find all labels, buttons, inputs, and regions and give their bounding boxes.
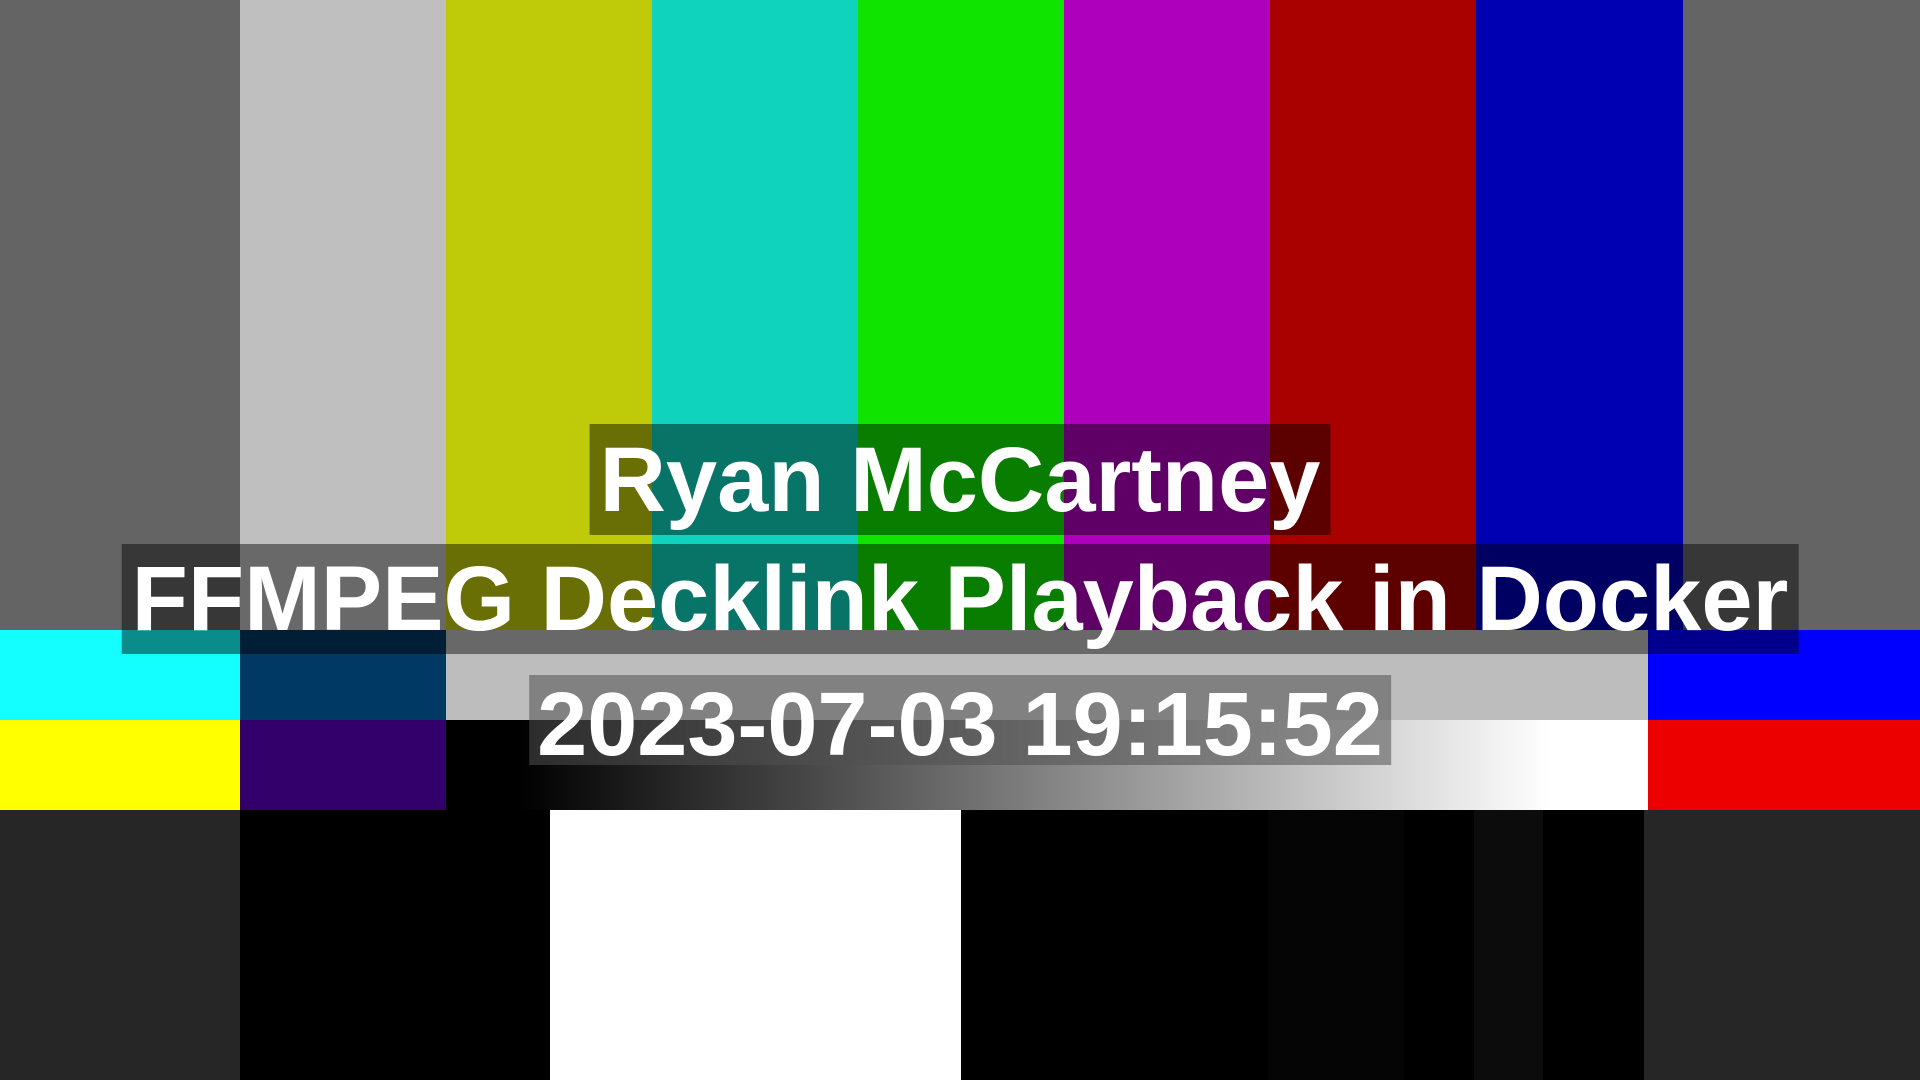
bar-dark-gray-right [1644, 810, 1920, 1080]
bar-cyan [652, 0, 858, 630]
bar-gray-left [0, 0, 240, 630]
bar-white-block [550, 810, 961, 1080]
presenter-name: Ryan McCartney [589, 424, 1331, 535]
bar-black-1 [240, 810, 446, 1080]
bar-blue [1476, 0, 1683, 630]
timestamp: 2023-07-03 19:15:52 [529, 675, 1391, 770]
bar-dark-1 [1474, 810, 1543, 1080]
bar-red [1270, 0, 1476, 630]
bar-black-2 [446, 810, 550, 1080]
bar-black-5 [1543, 810, 1644, 1080]
bar-black-4 [1404, 810, 1474, 1080]
bar-magenta [1064, 0, 1270, 630]
bar-near-black [1268, 810, 1404, 1080]
test-pattern-screen: Ryan McCartney FFMPEG Decklink Playback … [0, 0, 1920, 1080]
color-bars-main [0, 0, 1920, 630]
bar-red-bright [1648, 720, 1920, 810]
bar-gray-right [1683, 0, 1920, 630]
bar-purple [240, 720, 446, 810]
stream-title: FFMPEG Decklink Playback in Docker [121, 544, 1799, 654]
bar-white [240, 0, 446, 630]
bar-yellow-bright [0, 720, 240, 810]
pluge-bars [0, 810, 1920, 1080]
bar-black-3 [961, 810, 1268, 1080]
bar-yellow [446, 0, 652, 630]
bar-dark-gray-left [0, 810, 240, 1080]
bar-green [858, 0, 1064, 630]
